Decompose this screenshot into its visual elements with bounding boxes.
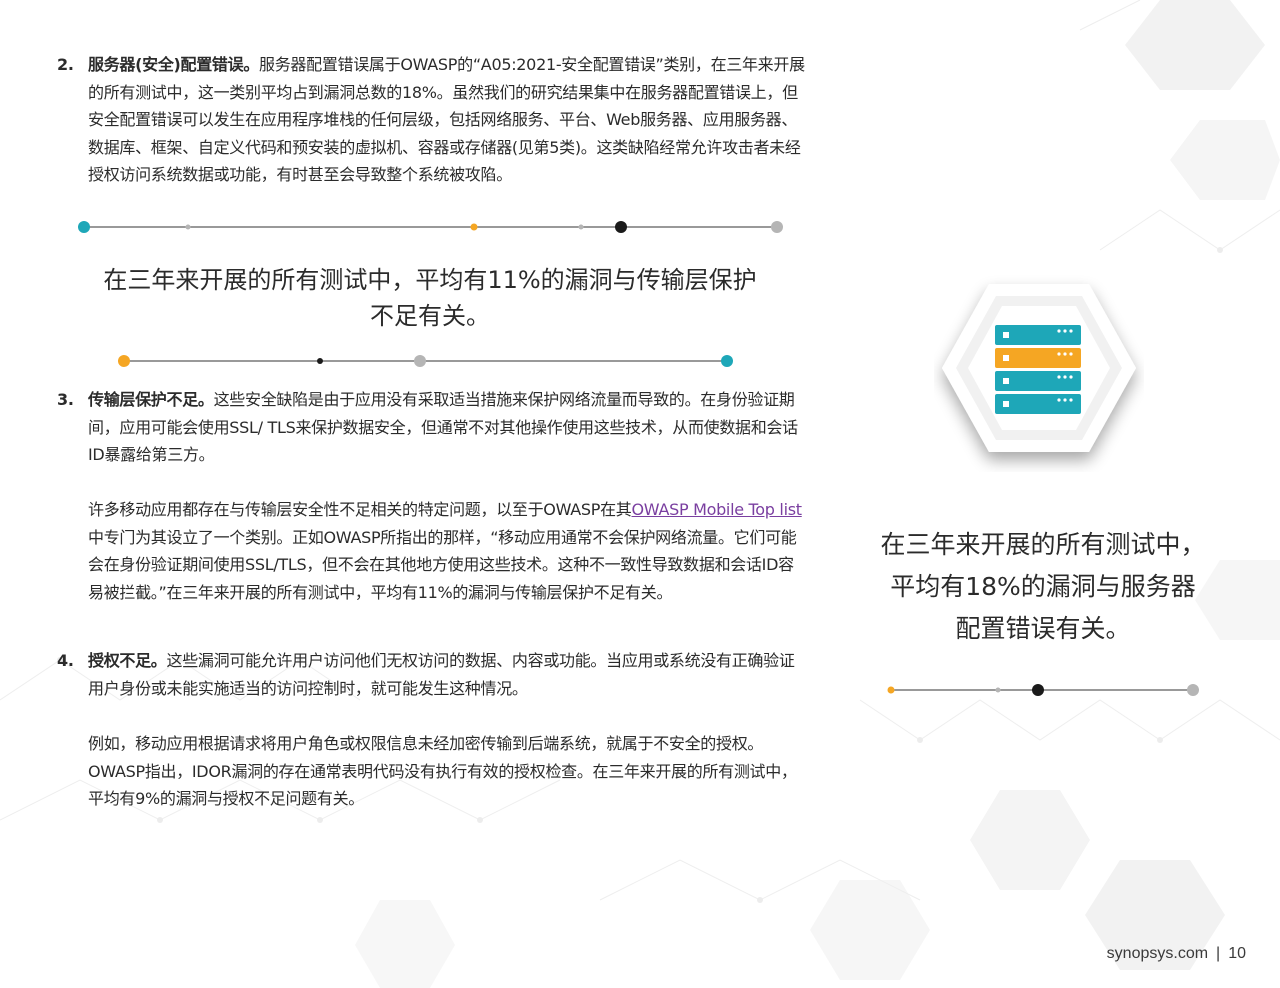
list-item-3: 3. 传输层保护不足。这些安全缺陷是由于应用没有采取适当措施来保护网络流量而导致… [57, 386, 807, 469]
item-text: 服务器配置错误属于OWASP的“A05:2021-安全配置错误”类别，在三年来开… [88, 55, 805, 184]
footer-separator: | [1216, 945, 1221, 962]
divider-dot [414, 355, 426, 367]
divider-dot [1187, 684, 1199, 696]
item-lead: 授权不足。 [88, 651, 167, 670]
paragraph-text: 中专门为其设立了一个类别。正如OWASP所指出的那样，“移动应用通常不会保护网络… [88, 527, 797, 602]
item-body: 授权不足。这些漏洞可能允许用户访问他们无权访问的数据、内容或功能。当应用或系统没… [88, 647, 807, 702]
paragraph-mobile: 许多移动应用都存在与传输层安全性不足相关的特定问题，以至于OWASP在其OWAS… [88, 496, 808, 606]
item-number: 3. [57, 390, 74, 409]
paragraph-idor: 例如，移动应用根据请求将用户角色或权限信息未经加密传输到后端系统，就属于不安全的… [88, 734, 797, 808]
divider-dot [771, 221, 783, 233]
server-rack-icon [942, 284, 1136, 452]
divider-dot [1032, 684, 1044, 696]
item-body: 传输层保护不足。这些安全缺陷是由于应用没有采取适当措施来保护网络流量而导致的。在… [88, 386, 807, 469]
footer-site: synopsys.com [1106, 945, 1209, 962]
item-text: 这些漏洞可能允许用户访问他们无权访问的数据、内容或功能。当应用或系统没有正确验证… [88, 651, 795, 698]
divider-dot [615, 221, 627, 233]
item-lead: 服务器(安全)配置错误。 [88, 55, 260, 74]
divider-dot [470, 223, 478, 231]
divider-dotline-2 [118, 355, 733, 367]
divider-dot [118, 355, 130, 367]
item-number: 2. [57, 55, 74, 74]
item-lead: 传输层保护不足。 [88, 390, 214, 409]
pull-quote-transport: 在三年来开展的所有测试中，平均有11%的漏洞与传输层保护不足有关。 [103, 266, 757, 330]
divider-dotline-1 [78, 221, 783, 233]
list-item-2: 2. 服务器(安全)配置错误。服务器配置错误属于OWASP的“A05:2021-… [57, 51, 807, 189]
divider-dot [887, 686, 895, 694]
page-footer: synopsys.com | 10 [1107, 945, 1246, 963]
page-number: 10 [1228, 945, 1246, 962]
paragraph-text: 许多移动应用都存在与传输层安全性不足相关的特定问题，以至于OWASP在其 [88, 500, 632, 519]
owasp-mobile-link[interactable]: OWASP Mobile Top list [632, 500, 803, 519]
divider-dot [317, 358, 323, 364]
divider-dotline-3 [887, 684, 1199, 696]
list-item-4: 4. 授权不足。这些漏洞可能允许用户访问他们无权访问的数据、内容或功能。当应用或… [57, 647, 807, 702]
item-body: 服务器(安全)配置错误。服务器配置错误属于OWASP的“A05:2021-安全配… [88, 51, 807, 189]
divider-dot [721, 355, 733, 367]
pull-quote-server: 在三年来开展的所有测试中，平均有18%的漏洞与服务器配置错误有关。 [880, 530, 1206, 643]
item-number: 4. [57, 651, 74, 670]
divider-dot [185, 224, 191, 230]
divider-dot [78, 221, 90, 233]
divider-dot [578, 224, 584, 230]
divider-dot [995, 687, 1001, 693]
